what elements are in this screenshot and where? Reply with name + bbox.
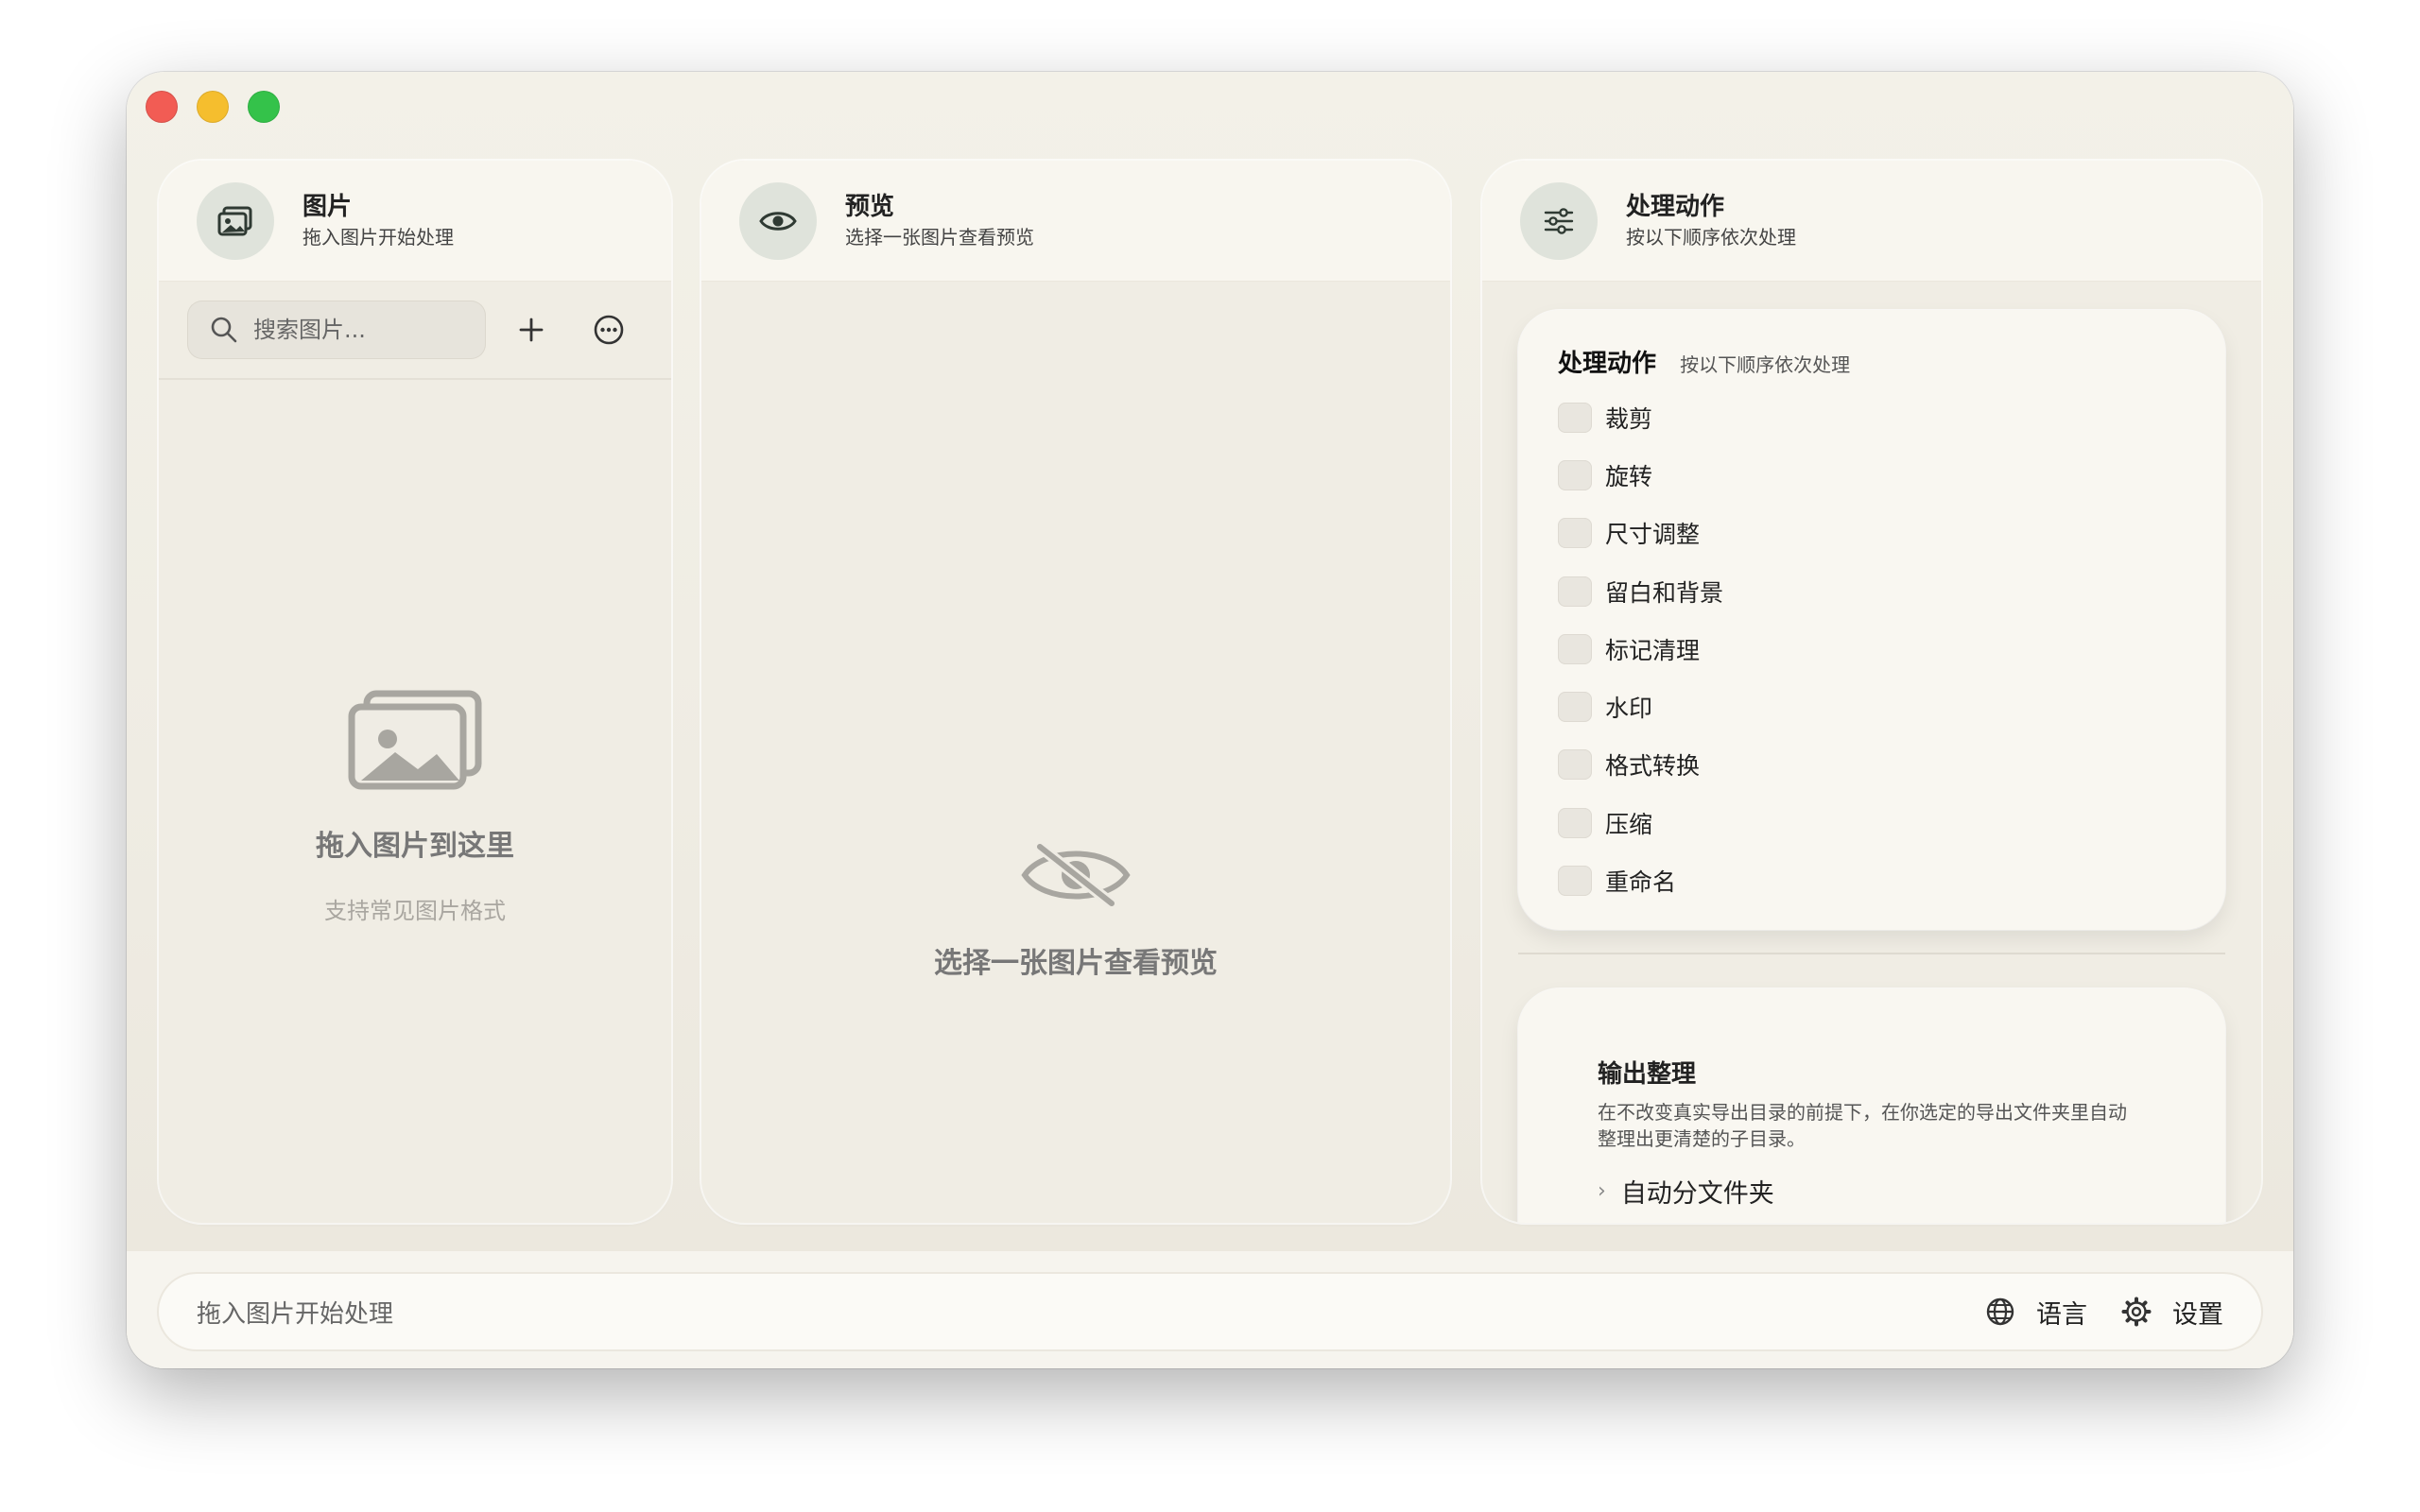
language-button[interactable]: 语言: [1985, 1294, 2087, 1331]
more-options-button[interactable]: [586, 307, 631, 352]
sliders-icon: [1520, 181, 1598, 260]
action-checkbox[interactable]: [1558, 518, 1592, 549]
window-controls: [146, 91, 280, 123]
actions-panel-title: 处理动作: [1626, 192, 1725, 221]
language-label: 语言: [2036, 1299, 2087, 1330]
action-item-crop[interactable]: 裁剪: [1558, 388, 2225, 446]
gear-icon: [2121, 1297, 2152, 1327]
action-item-rename[interactable]: 重命名: [1558, 851, 2225, 909]
preview-empty-state: 选择一张图片查看预览: [701, 841, 1450, 981]
action-label: 裁剪: [1605, 404, 1653, 433]
minimize-window-button[interactable]: [197, 91, 229, 123]
status-bar: 拖入图片开始处理 语言 设置: [159, 1274, 2261, 1349]
action-checkbox[interactable]: [1558, 633, 1592, 664]
output-card-title: 输出整理: [1598, 1060, 1697, 1089]
action-label: 格式转换: [1605, 752, 1701, 781]
globe-icon: [1986, 1297, 2014, 1326]
settings-label: 设置: [2172, 1299, 2223, 1330]
action-checkbox[interactable]: [1558, 749, 1592, 781]
preview-empty-text: 选择一张图片查看预览: [934, 947, 1218, 980]
plus-icon: [519, 318, 544, 342]
auto-folder-label: 自动分文件夹: [1620, 1179, 1774, 1209]
action-checkbox[interactable]: [1558, 402, 1592, 433]
action-label: 旋转: [1605, 462, 1653, 490]
eye-icon: [739, 181, 817, 260]
zoom-window-button[interactable]: [248, 91, 280, 123]
images-panel: 图片 拖入图片开始处理 搜索图片... 拖入图片到这里 支持常见图片格式: [159, 161, 671, 1223]
action-checkbox[interactable]: [1558, 692, 1592, 723]
actions-card: 处理动作 按以下顺序依次处理 裁剪 旋转 尺寸调整 留白和背景 标记清理 水印 …: [1518, 310, 2225, 930]
action-label: 留白和背景: [1605, 578, 1724, 607]
action-checkbox[interactable]: [1558, 807, 1592, 838]
images-toolbar: [159, 282, 671, 380]
eye-slash-icon: [1021, 842, 1131, 908]
photos-icon: [197, 181, 274, 260]
action-item-metadata-cleanup[interactable]: 标记清理: [1558, 620, 2225, 678]
search-input[interactable]: [251, 316, 459, 344]
action-label: 重命名: [1605, 868, 1677, 897]
status-text: 拖入图片开始处理: [197, 1299, 394, 1329]
section-divider: [1518, 953, 2225, 954]
actions-panel-header: 处理动作 按以下顺序依次处理: [1482, 161, 2261, 282]
photos-placeholder-icon: [348, 690, 482, 790]
action-item-resize[interactable]: 尺寸调整: [1558, 505, 2225, 562]
action-label: 标记清理: [1605, 636, 1701, 664]
preview-panel-subtitle: 选择一张图片查看预览: [845, 225, 1034, 249]
action-label: 压缩: [1605, 810, 1653, 838]
app-window: 图片 拖入图片开始处理 搜索图片... 拖入图片到这里 支持常见图片格式 预览 …: [127, 72, 2293, 1368]
output-card: 输出整理 在不改变真实导出目录的前提下，在你选定的导出文件夹里自动整理出更清楚的…: [1518, 988, 2225, 1223]
images-panel-subtitle: 拖入图片开始处理: [302, 225, 454, 249]
action-label: 水印: [1605, 695, 1653, 723]
action-label: 尺寸调整: [1605, 521, 1701, 549]
preview-panel-header: 预览 选择一张图片查看预览: [701, 161, 1450, 282]
auto-folder-disclosure[interactable]: › 自动分文件夹: [1598, 1173, 2225, 1210]
settings-button[interactable]: 设置: [2121, 1294, 2223, 1331]
actions-panel: 处理动作 按以下顺序依次处理 处理动作 按以下顺序依次处理 裁剪 旋转 尺寸调整…: [1482, 161, 2261, 1223]
preview-panel-title: 预览: [845, 192, 895, 221]
preview-panel: 预览 选择一张图片查看预览 选择一张图片查看预览: [701, 161, 1450, 1223]
actions-panel-subtitle: 按以下顺序依次处理: [1626, 225, 1796, 249]
action-item-padding-background[interactable]: 留白和背景: [1558, 562, 2225, 620]
images-panel-title: 图片: [302, 192, 353, 221]
actions-card-subtitle: 按以下顺序依次处理: [1680, 353, 1851, 376]
action-checkbox[interactable]: [1558, 866, 1592, 897]
output-card-description: 在不改变真实导出目录的前提下，在你选定的导出文件夹里自动整理出更清楚的子目录。: [1598, 1101, 2127, 1150]
action-checkbox[interactable]: [1558, 576, 1592, 607]
action-checkbox[interactable]: [1558, 459, 1592, 490]
images-empty-title: 拖入图片到这里: [316, 830, 514, 863]
images-empty-subtitle: 支持常见图片格式: [324, 898, 506, 924]
images-panel-header: 图片 拖入图片开始处理: [159, 161, 671, 282]
ellipsis-circle-icon: [594, 315, 624, 345]
action-item-watermark[interactable]: 水印: [1558, 678, 2225, 735]
search-field[interactable]: [187, 301, 486, 359]
action-item-compress[interactable]: 压缩: [1558, 794, 2225, 851]
images-empty-state[interactable]: 拖入图片到这里 支持常见图片格式: [159, 690, 671, 925]
actions-list: 裁剪 旋转 尺寸调整 留白和背景 标记清理 水印 格式转换 压缩 重命名: [1558, 388, 2225, 910]
chevron-right-icon: ›: [1598, 1179, 1606, 1203]
action-item-rotate[interactable]: 旋转: [1558, 446, 2225, 504]
actions-card-title: 处理动作: [1558, 350, 1657, 378]
search-icon: [211, 317, 237, 343]
add-image-button[interactable]: [509, 307, 554, 352]
close-window-button[interactable]: [146, 91, 178, 123]
action-item-format-convert[interactable]: 格式转换: [1558, 736, 2225, 794]
